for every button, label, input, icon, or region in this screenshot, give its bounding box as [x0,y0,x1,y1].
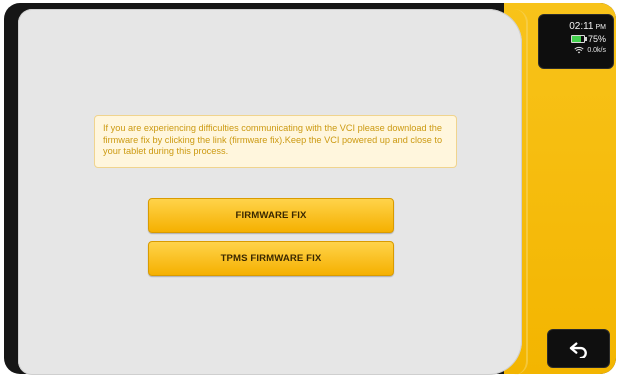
back-button[interactable] [547,329,610,368]
firmware-fix-button[interactable]: FIRMWARE FIX [148,198,394,233]
tpms-firmware-fix-label: TPMS FIRMWARE FIX [220,253,322,264]
network-speed-text: 0.0k/s [587,46,606,54]
ampm-text: PM [595,24,607,31]
device-screen: If you are experiencing difficulties com… [0,0,619,378]
info-message-box: If you are experiencing difficulties com… [94,115,457,168]
battery-fill [571,36,581,42]
wifi-icon [574,46,584,54]
battery-indicator: 75% [570,34,606,44]
info-message-text: If you are experiencing difficulties com… [103,123,443,156]
battery-icon [570,35,587,43]
back-arrow-icon [569,341,587,358]
time-text: 02:11 [569,21,594,32]
status-card: 02:11 PM 75% 0.0k/s [538,14,614,69]
battery-text: 75% [587,34,606,44]
tablet-frame: If you are experiencing difficulties com… [4,3,616,375]
status-time: 02:11 PM [569,21,606,32]
wifi-indicator: 0.0k/s [574,46,606,54]
firmware-fix-label: FIRMWARE FIX [235,210,307,221]
tpms-firmware-fix-button[interactable]: TPMS FIRMWARE FIX [148,241,394,276]
main-panel: If you are experiencing difficulties com… [18,9,528,375]
